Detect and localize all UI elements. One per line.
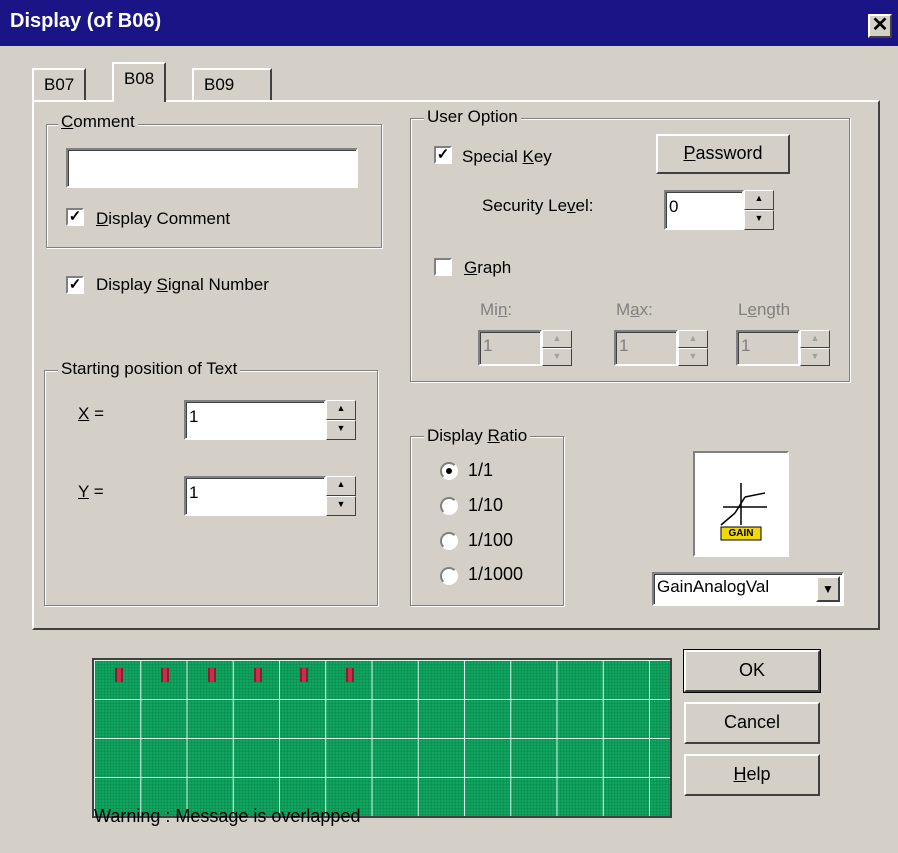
chevron-down-icon[interactable]: ▼: [816, 576, 840, 602]
spin-up-icon[interactable]: ▲: [326, 476, 356, 496]
security-level-spinner[interactable]: ▲ ▼: [744, 190, 774, 230]
graph-label: Graph: [464, 258, 512, 277]
x-spinner[interactable]: ▲ ▼: [326, 400, 356, 440]
display-ratio-legend: Display Ratio: [424, 427, 531, 445]
ok-button[interactable]: OK: [683, 649, 821, 693]
tab-b07[interactable]: B07: [32, 68, 87, 102]
y-spinner[interactable]: ▲ ▼: [326, 476, 356, 516]
ratio-1-100-label: 1/100: [468, 530, 514, 550]
y-label: Y =: [78, 482, 104, 501]
ratio-1-100-radio[interactable]: [440, 532, 458, 550]
comment-legend: Comment: [58, 113, 138, 131]
security-level-input[interactable]: 0: [664, 190, 744, 230]
ratio-1-10-label: 1/10: [468, 495, 504, 515]
close-icon[interactable]: ✕: [868, 14, 892, 38]
spin-up-icon[interactable]: ▲: [800, 330, 830, 348]
user-option-legend: User Option: [424, 108, 521, 126]
grid-marker: [300, 668, 308, 682]
spin-up-icon[interactable]: ▲: [326, 400, 356, 420]
security-level-label: Security Level:: [482, 196, 594, 215]
display-signal-number-checkbox[interactable]: ✓: [66, 276, 84, 294]
spin-down-icon[interactable]: ▼: [744, 210, 774, 230]
x-input[interactable]: 1: [184, 400, 326, 440]
tab-label: B08: [124, 69, 155, 88]
spin-up-icon[interactable]: ▲: [542, 330, 572, 348]
length-input[interactable]: 1: [736, 330, 800, 366]
grid-marker: [254, 668, 262, 682]
password-button[interactable]: Password: [656, 134, 790, 174]
title-bar: Display (of B06) ✕: [0, 0, 898, 46]
window-title: Display (of B06): [10, 10, 162, 32]
spin-down-icon[interactable]: ▼: [678, 348, 708, 366]
display-comment-checkbox[interactable]: ✓: [66, 208, 84, 226]
grid-marker: [161, 668, 169, 682]
spin-down-icon[interactable]: ▼: [326, 420, 356, 440]
grid-marker: [115, 668, 123, 682]
min-spinner[interactable]: ▲ ▼: [542, 330, 572, 366]
ratio-1-1-label: 1/1: [468, 460, 494, 480]
tab-b08[interactable]: B08: [112, 62, 167, 102]
starting-position-legend: Starting position of Text: [58, 360, 241, 378]
tab-b09[interactable]: B09: [192, 68, 272, 102]
gain-icon: GAIN: [693, 451, 789, 557]
grid-marker: [208, 668, 216, 682]
special-key-checkbox[interactable]: ✓: [434, 146, 452, 164]
spin-down-icon[interactable]: ▼: [326, 496, 356, 516]
spin-up-icon[interactable]: ▲: [678, 330, 708, 348]
cancel-button[interactable]: Cancel: [684, 702, 820, 744]
grid-marker: [346, 668, 354, 682]
gain-icon-text: GAIN: [728, 528, 754, 539]
ratio-1-10-radio[interactable]: [440, 497, 458, 515]
ratio-1-1000-label: 1/1000: [468, 564, 524, 584]
tab-label: B09: [204, 75, 235, 94]
graph-checkbox[interactable]: [434, 258, 452, 276]
display-signal-number-label: Display Signal Number: [96, 275, 269, 294]
spin-down-icon[interactable]: ▼: [800, 348, 830, 366]
tab-label: B07: [44, 75, 75, 94]
message-preview-grid: [92, 658, 672, 818]
display-comment-label: Display Comment: [96, 209, 231, 228]
spin-down-icon[interactable]: ▼: [542, 348, 572, 366]
min-label: Min:: [480, 300, 513, 319]
overlap-warning: Warning : Message is overlapped: [94, 806, 361, 826]
max-spinner[interactable]: ▲ ▼: [678, 330, 708, 366]
spin-up-icon[interactable]: ▲: [744, 190, 774, 210]
x-label: X =: [78, 404, 104, 423]
y-input[interactable]: 1: [184, 476, 326, 516]
help-button[interactable]: Help: [684, 754, 820, 796]
special-key-label: Special Key: [462, 147, 552, 166]
ratio-1-1-radio[interactable]: [440, 462, 458, 480]
length-spinner[interactable]: ▲ ▼: [800, 330, 830, 366]
ratio-1-1000-radio[interactable]: [440, 567, 458, 585]
gain-combo-value: GainAnalogVal: [657, 577, 770, 596]
max-label: Max:: [616, 300, 653, 319]
length-label: Length: [738, 300, 791, 319]
min-input[interactable]: 1: [478, 330, 542, 366]
comment-input[interactable]: [66, 148, 358, 188]
max-input[interactable]: 1: [614, 330, 678, 366]
